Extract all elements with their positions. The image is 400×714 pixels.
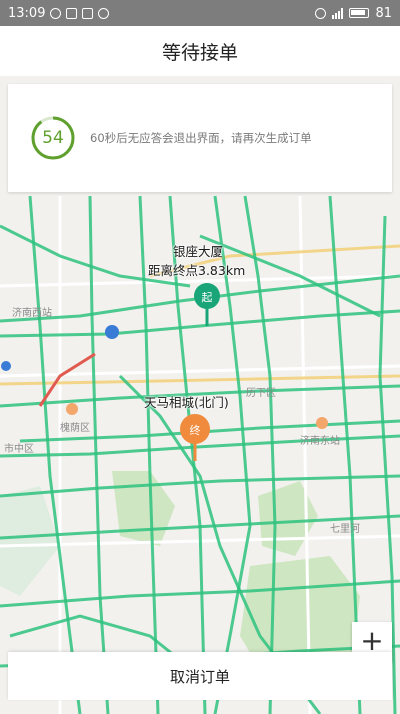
poi-label: 历下区 [246,388,276,399]
start-marker-title: 银座大厦 [173,244,224,259]
check-icon [98,7,110,19]
end-pin-icon[interactable]: 终 [185,422,205,438]
page-title: 等待接单 [161,41,238,64]
poi-label: 槐荫区 [60,423,90,434]
battery-level: 81 [375,5,392,21]
battery-icon [349,8,370,18]
countdown-timer: 54 [30,115,76,161]
signal-icon [332,7,344,19]
page-title-bar: 等待接单 [0,26,400,76]
end-marker-title: 天马相城(北门) [144,395,229,410]
clock-icon [315,7,327,19]
poi-label: 七里河 [330,524,360,535]
countdown-value: 54 [42,128,64,148]
cancel-order-label: 取消订单 [169,667,230,686]
image-icon [66,7,78,19]
alarm-icon [50,7,62,19]
status-time: 13:09 [8,5,46,21]
poi-label: 济南东站 [300,436,340,447]
cancel-order-button[interactable]: 取消订单 [8,652,392,700]
poi-label: 市中区 [4,444,34,455]
status-bar: 13:09 81 [0,0,400,26]
start-marker-distance: 距离终点3.83km [148,263,246,278]
app-icon [82,7,94,19]
timeout-hint: 60秒后无应答会退出界面，请再次生成订单 [90,131,312,145]
wait-status-card: 54 60秒后无应答会退出界面，请再次生成订单 [8,84,392,192]
start-pin-icon[interactable]: 起 [197,289,217,305]
poi-label: 济南西站 [12,308,52,319]
